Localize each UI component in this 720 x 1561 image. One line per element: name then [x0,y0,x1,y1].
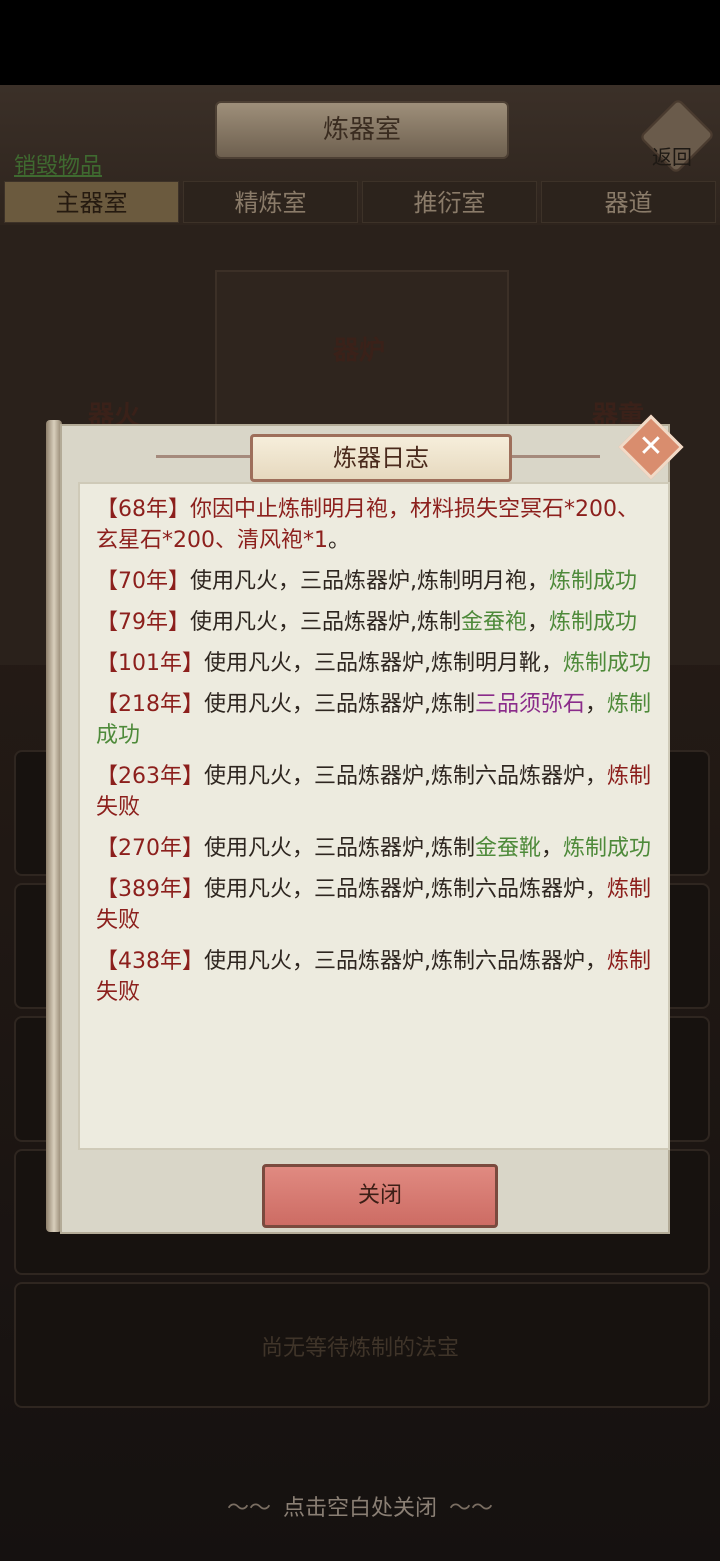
log-entry: 【263年】使用凡火，三品炼器炉,炼制六品炼器炉，炼制失败 [96,761,654,823]
log-text: 使用凡火，三品炼器炉,炼制明月袍， [190,569,549,594]
log-entry: 【218年】使用凡火，三品炼器炉,炼制三品须弥石，炼制成功 [96,689,654,751]
log-year: 【389年】 [96,877,204,902]
tab-artifact-way[interactable]: 器道 [541,181,716,223]
log-year: 【101年】 [96,651,204,676]
close-button[interactable]: 关闭 [262,1164,498,1228]
log-text: ， [541,836,564,861]
log-text: 使用凡火，三品炼器炉,炼制六品炼器炉， [204,764,607,789]
log-list[interactable]: 【68年】你因中止炼制明月袍，材料损失空冥石*200、玄星石*200、清风袍*1… [78,482,670,1150]
log-year: 【79年】 [96,610,190,635]
log-entry: 【68年】你因中止炼制明月袍，材料损失空冥石*200、玄星石*200、清风袍*1… [96,494,654,556]
log-text: 使用凡火，三品炼器炉,炼制六品炼器炉， [204,877,607,902]
empty-queue-text: 尚无等待炼制的法宝 [260,1336,459,1361]
back-label[interactable]: 返回 [652,141,692,170]
log-year: 【70年】 [96,569,190,594]
title-divider-left [156,455,250,458]
log-year: 【218年】 [96,692,204,717]
log-text: 。 [328,528,351,553]
log-entry: 【101年】使用凡火，三品炼器炉,炼制明月靴，炼制成功 [96,648,654,679]
dialog-panel: 炼器日志 【68年】你因中止炼制明月袍，材料损失空冥石*200、玄星石*200、… [60,424,670,1234]
log-entry: 【438年】使用凡火，三品炼器炉,炼制六品炼器炉，炼制失败 [96,946,654,1008]
log-text: 金蚕靴 [475,836,542,861]
ornament-right: ～～ [449,1496,494,1521]
log-text: 炼制成功 [563,836,652,861]
log-text: 使用凡火，三品炼器炉,炼制六品炼器炉， [204,949,607,974]
log-text: ， [527,610,550,635]
log-text: 金蚕袍 [461,610,528,635]
ornament-left: ～～ [226,1496,271,1521]
log-entry: 【389年】使用凡火，三品炼器炉,炼制六品炼器炉，炼制失败 [96,874,654,936]
log-text: 三品须弥石 [475,692,586,717]
tab-bar: 主器室 精炼室 推衍室 器道 [4,181,716,223]
tap-to-close-hint[interactable]: ～～ 点击空白处关闭 ～～ [0,1490,720,1522]
furnace-label: 器炉 [333,336,386,366]
log-year: 【270年】 [96,836,204,861]
log-year: 【263年】 [96,764,204,789]
tap-to-close-text: 点击空白处关闭 [282,1496,437,1521]
x-glyph: ✕ [638,429,664,464]
destroy-items-link[interactable]: 销毁物品 [14,148,102,180]
log-year: 【438年】 [96,949,204,974]
forge-log-dialog: 炼器日志 【68年】你因中止炼制明月袍，材料损失空冥石*200、玄星石*200、… [46,414,684,1234]
page-title: 炼器室 [215,101,509,159]
log-text: ， [585,692,608,717]
status-bar [0,0,720,85]
log-text: 使用凡火，三品炼器炉,炼制明月靴， [204,651,563,676]
log-entry: 【70年】使用凡火，三品炼器炉,炼制明月袍，炼制成功 [96,566,654,597]
tab-deduction-room[interactable]: 推衍室 [362,181,537,223]
title-divider-right [506,455,600,458]
log-text: 你因中止炼制明月袍，材料损失 [190,497,499,522]
log-text: 炼制成功 [549,610,638,635]
dialog-title: 炼器日志 [250,434,512,482]
log-entry: 【270年】使用凡火，三品炼器炉,炼制金蚕靴，炼制成功 [96,833,654,864]
log-text: 使用凡火，三品炼器炉,炼制 [190,610,461,635]
log-text: 使用凡火，三品炼器炉,炼制 [204,692,475,717]
log-text: 使用凡火，三品炼器炉,炼制 [204,836,475,861]
log-year: 【68年】 [96,497,190,522]
tab-refining-room[interactable]: 精炼室 [183,181,358,223]
tab-main-room[interactable]: 主器室 [4,181,179,223]
log-entry: 【79年】使用凡火，三品炼器炉,炼制金蚕袍，炼制成功 [96,607,654,638]
log-text: 炼制成功 [549,569,638,594]
log-text: 炼制成功 [563,651,652,676]
